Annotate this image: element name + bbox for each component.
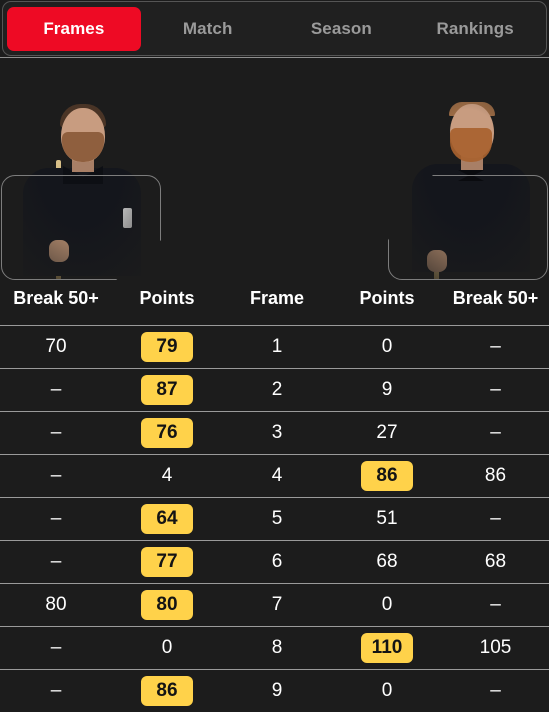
cell-points-right: 0 bbox=[332, 670, 442, 712]
cell-points-right: 86 bbox=[332, 455, 442, 498]
tab-season-label: Season bbox=[311, 19, 372, 39]
player-left[interactable] bbox=[1, 58, 161, 280]
cell-points-left: 77 bbox=[112, 541, 222, 584]
cell-points-right: 68 bbox=[332, 541, 442, 584]
cell-break-left: – bbox=[0, 541, 112, 584]
tab-season[interactable]: Season bbox=[275, 7, 409, 51]
tab-rankings-label: Rankings bbox=[436, 19, 513, 39]
table-row[interactable]: –7766868 bbox=[0, 541, 549, 584]
cell-points-left: 79 bbox=[112, 326, 222, 369]
winner-points-badge: 77 bbox=[141, 547, 193, 576]
table-body: 707910––8729––76327––448686–64551––77668… bbox=[0, 326, 549, 712]
table-row[interactable]: –8729– bbox=[0, 369, 549, 412]
winner-points-badge: 86 bbox=[141, 676, 193, 705]
winner-points-badge: 76 bbox=[141, 418, 193, 447]
cell-points-left: 80 bbox=[112, 584, 222, 627]
tab-bar-container: Frames Match Season Rankings bbox=[0, 0, 549, 58]
cell-break-right: – bbox=[442, 412, 549, 455]
cell-break-left: 70 bbox=[0, 326, 112, 369]
header-points-right: Points bbox=[332, 280, 442, 326]
cell-frame-number: 6 bbox=[222, 541, 332, 584]
cell-points-right: 0 bbox=[332, 326, 442, 369]
table-row[interactable]: 80 80 70– bbox=[0, 584, 549, 627]
cell-break-right: – bbox=[442, 670, 549, 712]
header-points-left: Points bbox=[112, 280, 222, 326]
cell-frame-number: 4 bbox=[222, 455, 332, 498]
cell-break-right: – bbox=[442, 326, 549, 369]
cell-points-left: 64 bbox=[112, 498, 222, 541]
cell-points-right: 9 bbox=[332, 369, 442, 412]
cell-points-right: 27 bbox=[332, 412, 442, 455]
cell-break-left: – bbox=[0, 498, 112, 541]
cell-break-left: – bbox=[0, 412, 112, 455]
winner-points-badge: 64 bbox=[141, 504, 193, 533]
cell-break-left: – bbox=[0, 369, 112, 412]
cell-break-right: 68 bbox=[442, 541, 549, 584]
cell-frame-number: 1 bbox=[222, 326, 332, 369]
table-row[interactable]: –8690– bbox=[0, 670, 549, 712]
cell-points-left: 0 bbox=[112, 627, 222, 670]
table-row[interactable]: –448686 bbox=[0, 455, 549, 498]
header-break-right: Break 50+ bbox=[442, 280, 549, 326]
cell-break-right: – bbox=[442, 498, 549, 541]
tab-frames-label: Frames bbox=[43, 19, 104, 39]
tab-frames[interactable]: Frames bbox=[7, 7, 141, 51]
cell-break-right: 86 bbox=[442, 455, 549, 498]
winner-points-badge: 87 bbox=[141, 375, 193, 404]
header-frame: Frame bbox=[222, 280, 332, 326]
table-row[interactable]: –64551– bbox=[0, 498, 549, 541]
cell-points-right: 51 bbox=[332, 498, 442, 541]
cell-frame-number: 9 bbox=[222, 670, 332, 712]
cell-break-left: – bbox=[0, 670, 112, 712]
cell-points-right: 110 bbox=[332, 627, 442, 670]
frames-table: Break 50+ Points Frame Points Break 50+ … bbox=[0, 280, 549, 712]
players-section bbox=[0, 58, 549, 280]
cell-points-left: 87 bbox=[112, 369, 222, 412]
winner-points-badge: 79 bbox=[141, 332, 193, 361]
cell-points-left: 4 bbox=[112, 455, 222, 498]
table-header-row: Break 50+ Points Frame Points Break 50+ bbox=[0, 280, 549, 326]
cell-frame-number: 5 bbox=[222, 498, 332, 541]
winner-points-badge: 110 bbox=[361, 633, 413, 662]
cell-frame-number: 8 bbox=[222, 627, 332, 670]
cell-points-left: 76 bbox=[112, 412, 222, 455]
cell-break-right: 105 bbox=[442, 627, 549, 670]
winner-points-badge: 86 bbox=[361, 461, 413, 490]
cell-frame-number: 3 bbox=[222, 412, 332, 455]
header-break-left: Break 50+ bbox=[0, 280, 112, 326]
table-row[interactable]: 70 79 10– bbox=[0, 326, 549, 369]
player-beard bbox=[450, 128, 492, 162]
tab-match-label: Match bbox=[183, 19, 233, 39]
table-row[interactable]: –08 110 105 bbox=[0, 627, 549, 670]
player-right[interactable] bbox=[388, 58, 548, 280]
cell-break-left: – bbox=[0, 455, 112, 498]
cell-break-right: – bbox=[442, 369, 549, 412]
table-row[interactable]: –76327– bbox=[0, 412, 549, 455]
winner-points-badge: 80 bbox=[141, 590, 193, 619]
cell-frame-number: 7 bbox=[222, 584, 332, 627]
cell-break-left: – bbox=[0, 627, 112, 670]
cell-frame-number: 2 bbox=[222, 369, 332, 412]
cell-points-right: 0 bbox=[332, 584, 442, 627]
tab-rankings[interactable]: Rankings bbox=[408, 7, 542, 51]
cell-points-left: 86 bbox=[112, 670, 222, 712]
cell-break-right: – bbox=[442, 584, 549, 627]
tab-bar: Frames Match Season Rankings bbox=[2, 1, 547, 56]
cell-break-left: 80 bbox=[0, 584, 112, 627]
tab-match[interactable]: Match bbox=[141, 7, 275, 51]
